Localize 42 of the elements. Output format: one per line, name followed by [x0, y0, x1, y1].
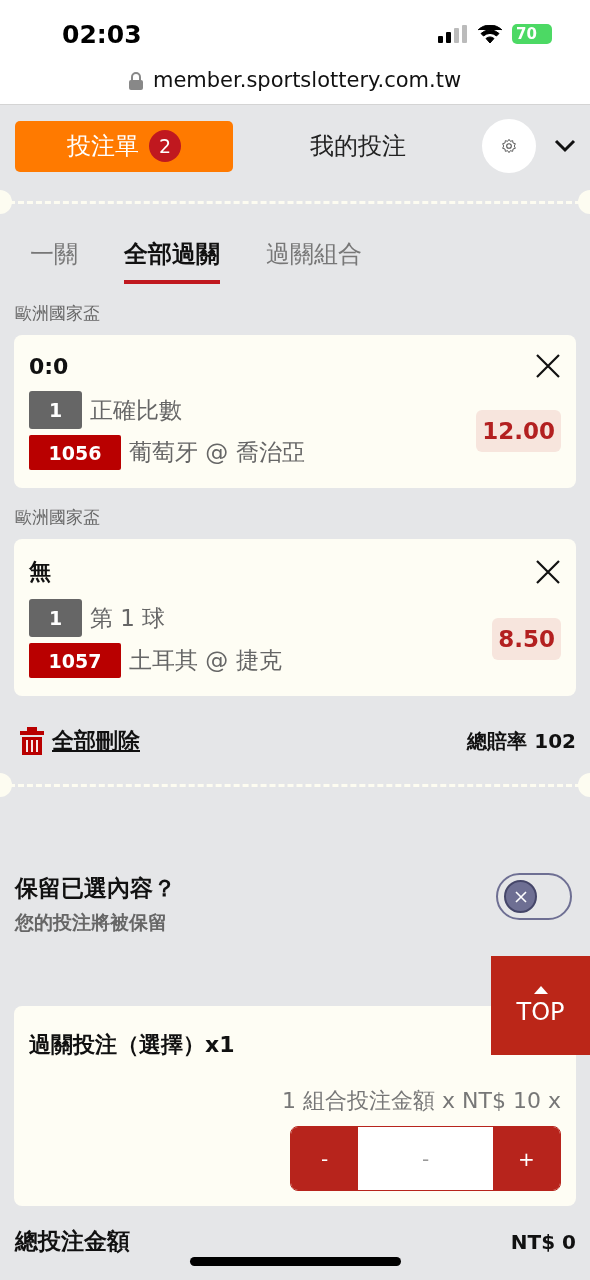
parlay-title: 過關投注（選擇）x1 — [29, 1031, 235, 1059]
league-name: 歐洲國家盃 — [14, 506, 101, 529]
wifi-icon — [478, 25, 502, 43]
bet-type-tab[interactable]: 全部過關 — [124, 238, 220, 284]
bet-type-tab[interactable]: 一關 — [30, 238, 78, 284]
pick-text: 0:0 — [29, 353, 69, 379]
market-name: 第 1 球 — [90, 603, 166, 633]
settings-icon — [501, 138, 517, 154]
line-number-tag: 1 — [29, 391, 82, 429]
lock-icon — [128, 72, 143, 90]
betslip-tab[interactable]: 投注單 2 — [15, 120, 233, 172]
caret-up-icon — [533, 985, 548, 994]
keep-selection-title: 保留已選內容？ — [15, 874, 176, 903]
total-stake-value: NT$ 0 — [510, 1229, 576, 1254]
total-odds: 總賠率 102 — [467, 727, 576, 755]
chevron-down-icon[interactable] — [554, 139, 576, 153]
delete-all-link[interactable]: 全部刪除 — [20, 726, 140, 756]
battery-level: 70 — [512, 24, 552, 44]
keep-selection-toggle[interactable] — [496, 873, 572, 920]
bet-type-tab[interactable]: 過關組合 — [266, 238, 362, 284]
trash-icon — [20, 727, 44, 755]
status-time: 02:03 — [62, 19, 142, 49]
match-number-tag: 1057 — [29, 643, 121, 678]
my-bets-tab[interactable]: 我的投注 — [233, 129, 482, 163]
signal-icon — [438, 25, 468, 43]
match-name: 葡萄牙 @ 喬治亞 — [129, 438, 305, 467]
keep-selection-subtitle: 您的投注將被保留 — [15, 910, 168, 935]
odds-value[interactable]: 8.50 — [492, 617, 561, 660]
close-icon[interactable] — [535, 559, 561, 585]
odds-value[interactable]: 12.00 — [476, 409, 561, 452]
line-number-tag: 1 — [29, 599, 82, 637]
x-icon — [513, 889, 528, 904]
match-name: 土耳其 @ 捷克 — [129, 646, 282, 675]
close-icon[interactable] — [535, 353, 561, 379]
count-badge: 2 — [149, 130, 181, 162]
match-number-tag: 1056 — [29, 435, 121, 470]
pick-text: 無 — [29, 558, 51, 586]
market-name: 正確比數 — [90, 395, 182, 425]
league-name: 歐洲國家盃 — [14, 302, 101, 325]
stake-formula: 1 組合投注金額 x NT$ 10 x — [282, 1087, 561, 1115]
scroll-top-button[interactable]: TOP — [491, 956, 590, 1055]
total-stake-label: 總投注金額 — [15, 1227, 130, 1256]
